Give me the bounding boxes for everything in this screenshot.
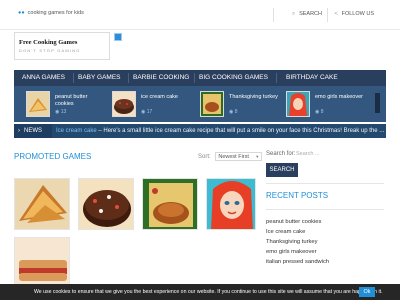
slider-item-title: ice cream cake [141, 94, 178, 100]
top-search-button[interactable]: ⌕ SEARCH [292, 11, 322, 18]
flickr-icon: ●● [18, 10, 25, 16]
divider [266, 209, 384, 210]
game-thumb-ice-cream-cake[interactable] [78, 178, 134, 230]
slider-next-thumb[interactable] [375, 93, 380, 113]
cake-image [114, 99, 134, 114]
nav-item-baby-games[interactable]: BABY GAMES [78, 70, 121, 86]
site-logo[interactable]: Free Cooking Games DON'T STOP GAMING [14, 32, 122, 60]
cookie-image [15, 179, 69, 229]
divider [327, 8, 328, 22]
follow-us-label: FOLLOW US [341, 11, 374, 17]
sidebar-search-button[interactable]: SEARCH [266, 163, 298, 177]
chevron-right-icon: › [18, 128, 20, 134]
recent-post-link[interactable]: italian pressed sandwich [266, 259, 329, 265]
slider-item-views: ◉ 13 [55, 109, 67, 115]
divider [266, 183, 384, 184]
slider-item-title: Thanksgiving turkey [229, 94, 278, 100]
nav-item-big-cooking-games[interactable]: BIG COOKING GAMES [199, 70, 268, 86]
cookie-ok-button[interactable]: Ok [359, 287, 375, 297]
share-icon: < [334, 11, 338, 17]
slider-item[interactable]: Thanksgiving turkey ◉ 8 [200, 91, 280, 117]
slider-item-views: ◉ 17 [141, 109, 153, 115]
cookie-notice: We use cookies to ensure that we give yo… [0, 284, 400, 300]
game-thumb-thanksgiving-turkey[interactable] [142, 178, 198, 230]
slider-thumb[interactable] [112, 91, 136, 117]
emo-girl-image [207, 179, 255, 229]
logo-badge-icon [114, 33, 122, 41]
news-ticker: › NEWS Ice cream cake – Here's a small li… [14, 124, 386, 138]
sidebar-search-input[interactable]: Search ... [296, 151, 320, 157]
sandwich-image [15, 238, 69, 284]
turkey-image [143, 179, 197, 229]
main-nav: ANNA GAMES BABY GAMES BARBIE COOKING BIG… [14, 70, 386, 86]
news-headline[interactable]: Ice cream cake – Here's a small little i… [56, 124, 384, 138]
sort-caret-icon: ▾ [256, 154, 259, 159]
search-icon: ⌕ [291, 11, 296, 17]
nav-divider [276, 73, 277, 83]
nav-item-barbie-cooking[interactable]: BARBIE COOKING [133, 70, 189, 86]
recent-posts-title: RECENT POSTS [266, 191, 329, 200]
sort-select[interactable]: Newest First ▾ [215, 152, 263, 161]
slider-item[interactable]: ice cream cake ◉ 17 [112, 91, 192, 117]
site-header: Free Cooking Games DON'T STOP GAMING [0, 30, 400, 68]
cake-image [79, 179, 133, 229]
game-thumb-italian-pressed-sandwich[interactable] [14, 237, 70, 285]
sort-control: Sort: Newest First ▾ [198, 152, 263, 161]
slider-thumb[interactable] [26, 91, 50, 117]
follow-us-button[interactable]: < FOLLOW US [334, 11, 374, 17]
game-thumb-emo-girls-makeover[interactable] [206, 178, 256, 230]
emo-girl-image [289, 93, 307, 116]
slider-thumb[interactable] [286, 91, 310, 117]
top-site-link-label: cooking games for kids [27, 10, 84, 16]
nav-divider [128, 73, 129, 83]
sort-label: Sort: [198, 154, 211, 161]
turkey-image [203, 94, 221, 114]
divider [273, 8, 274, 22]
slider-thumb[interactable] [200, 91, 224, 117]
logo-tagline: DON'T STOP GAMING [19, 48, 81, 53]
recent-post-link[interactable]: emo girls makeover [266, 249, 317, 255]
slider-item-title: peanut butter cookies [55, 94, 88, 107]
slider-item[interactable]: peanut butter cookies ◉ 13 [26, 91, 106, 117]
recent-post-link[interactable]: Ice cream cake [266, 229, 305, 235]
top-search-label: SEARCH [299, 11, 322, 17]
slider-item-title: emo girls makeover [315, 94, 363, 100]
nav-divider [73, 73, 74, 83]
cookie-message: We use cookies to ensure that we give yo… [34, 289, 383, 295]
recent-post-link[interactable]: peanut butter cookies [266, 219, 321, 225]
game-thumb-peanut-butter-cookies[interactable] [14, 178, 70, 230]
top-bar: ●● cooking games for kids ⌕ SEARCH < FOLLOW… [0, 0, 400, 30]
nav-divider [194, 73, 195, 83]
top-site-link[interactable]: ●● cooking games for kids [18, 10, 84, 16]
logo-title: Free Cooking Games [19, 39, 78, 46]
slider-item-views: ◉ 8 [315, 109, 324, 115]
promoted-games-title: PROMOTED GAMES [14, 152, 92, 161]
slider-item-views: ◉ 8 [229, 109, 238, 115]
slider-item[interactable]: emo girls makeover ◉ 8 [286, 91, 370, 117]
nav-item-birthday-cake[interactable]: BIRTHDAY CAKE [286, 70, 338, 86]
sidebar-search-label: Search for: [266, 151, 296, 157]
cookie-image [29, 98, 47, 112]
recent-post-link[interactable]: Thanksgiving turkey [266, 239, 318, 245]
nav-item-anna-games[interactable]: ANNA GAMES [22, 70, 65, 86]
featured-slider: peanut butter cookies ◉ 13 ice cream cake… [14, 86, 386, 122]
news-label: › NEWS [14, 124, 52, 138]
